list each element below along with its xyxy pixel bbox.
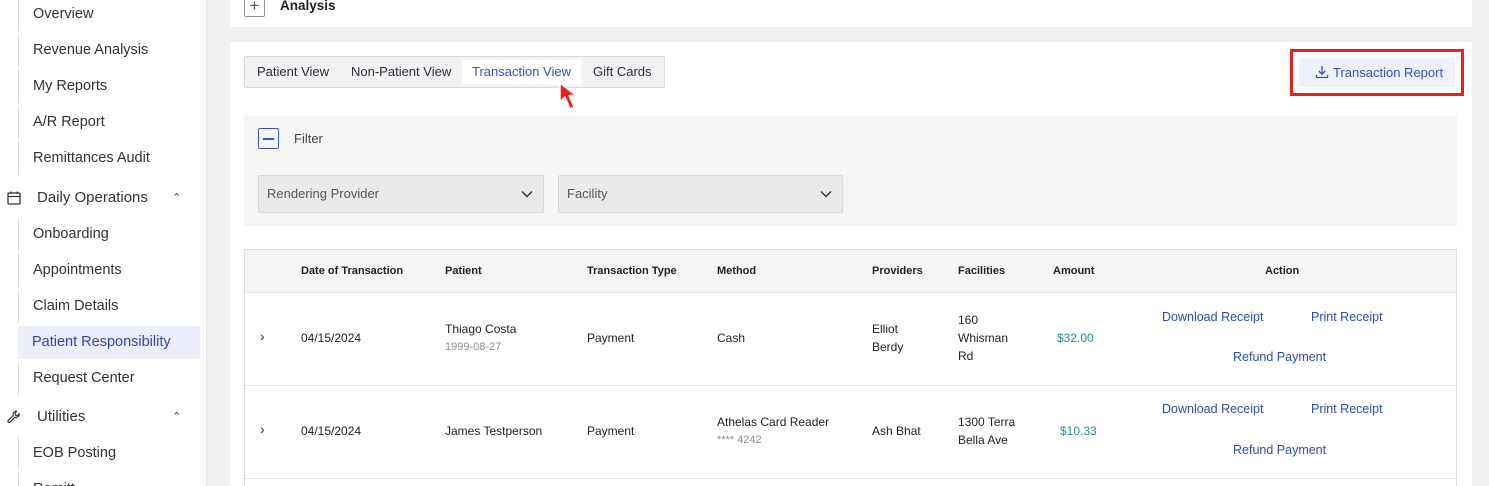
pointer-arrow-icon (559, 82, 577, 110)
analysis-card: + Analysis (230, 0, 1472, 27)
cell-facility: 160 Whisman Rd (958, 313, 1009, 363)
chevron-up-icon: ⌃ (172, 411, 182, 423)
print-receipt-link[interactable]: Print Receipt (1311, 310, 1383, 324)
sidebar-item-patient-responsibility[interactable]: Patient Responsibility (18, 326, 200, 359)
chevron-down-icon (521, 191, 533, 198)
calendar-icon (7, 191, 21, 205)
expand-row-icon[interactable]: › (260, 328, 265, 344)
collapse-minus-icon[interactable] (258, 128, 279, 149)
facility-select[interactable]: Facility (558, 175, 843, 213)
main-card: Patient View Non-Patient View Transactio… (230, 42, 1472, 486)
header-amount: Amount (1053, 265, 1095, 277)
download-receipt-link[interactable]: Download Receipt (1162, 310, 1263, 324)
cell-amount: $10.33 (1060, 424, 1097, 438)
header-providers: Providers (872, 265, 923, 277)
header-facilities: Facilities (958, 265, 1006, 277)
table-row: › 04/15/2024 Thiago Costa 1999-08-27 Pay… (245, 293, 1456, 386)
header-transaction-type: Transaction Type (587, 265, 677, 277)
sidebar-item-revenue-analysis[interactable]: Revenue Analysis (18, 34, 200, 67)
header-action: Action (1265, 265, 1300, 277)
report-highlight-box: Transaction Report (1290, 49, 1464, 96)
sidebar-section-label: Utilities (37, 408, 86, 425)
refund-payment-link[interactable]: Refund Payment (1233, 350, 1326, 364)
filter-panel: Filter Rendering Provider Facility (244, 116, 1457, 226)
chevron-down-icon (820, 191, 832, 198)
view-tabs: Patient View Non-Patient View Transactio… (244, 56, 665, 88)
sidebar-section-label: Daily Operations (37, 189, 148, 206)
chevron-up-icon: ⌃ (172, 192, 182, 204)
patient-name: Thiago Costa (445, 322, 517, 336)
analysis-label: Analysis (280, 0, 336, 13)
select-placeholder: Facility (567, 186, 608, 201)
sidebar-item-appointments[interactable]: Appointments (18, 254, 200, 287)
card-last-four: **** 4242 (717, 434, 762, 446)
table-row: › 04/15/2024 James Testperson Payment At… (245, 386, 1456, 479)
rendering-provider-select[interactable]: Rendering Provider (258, 175, 544, 213)
expand-row-icon[interactable]: › (260, 421, 265, 437)
transactions-table: Date of Transaction Patient Transaction … (244, 249, 1457, 486)
sidebar-item-ar-report[interactable]: A/R Report (18, 106, 200, 139)
patient-dob: 1999-08-27 (445, 341, 502, 353)
select-placeholder: Rendering Provider (267, 186, 380, 201)
download-receipt-link[interactable]: Download Receipt (1162, 402, 1263, 416)
sidebar-section-utilities[interactable]: Utilities ⌃ (0, 399, 200, 435)
table-header: Date of Transaction Patient Transaction … (245, 250, 1456, 293)
sidebar-item-claim-details[interactable]: Claim Details (18, 290, 200, 323)
expand-plus-icon[interactable]: + (244, 0, 265, 17)
cell-method: Cash (717, 331, 746, 345)
cell-facility: 1300 Terra Bella Ave (958, 415, 1016, 447)
refund-payment-link[interactable]: Refund Payment (1233, 443, 1326, 457)
cell-provider: Elliot Berdy (872, 322, 904, 354)
wrench-icon (7, 410, 20, 424)
cell-amount: $32.00 (1057, 331, 1094, 345)
transaction-report-label: Transaction Report (1333, 65, 1444, 80)
sidebar-item-remittances[interactable]: Remitt... (18, 473, 200, 486)
method-name: Athelas Card Reader (717, 415, 830, 429)
sidebar-item-remittances-audit[interactable]: Remittances Audit (18, 142, 200, 175)
sidebar-item-request-center[interactable]: Request Center (18, 362, 200, 395)
download-icon (1315, 66, 1329, 79)
filter-label: Filter (294, 131, 323, 146)
sidebar-item-eob-posting[interactable]: EOB Posting (18, 437, 200, 470)
cell-patient: James Testperson (445, 424, 543, 438)
header-patient: Patient (445, 265, 482, 277)
print-receipt-link[interactable]: Print Receipt (1311, 402, 1383, 416)
tab-non-patient-view[interactable]: Non-Patient View (341, 59, 461, 85)
sidebar-item-overview[interactable]: Overview (18, 0, 200, 31)
cell-patient: Thiago Costa 1999-08-27 (445, 320, 516, 356)
sidebar-section-daily-operations[interactable]: Daily Operations ⌃ (0, 180, 200, 216)
sidebar-item-onboarding[interactable]: Onboarding (18, 218, 200, 251)
cell-transaction-type: Payment (587, 424, 635, 438)
cell-provider: Ash Bhat (872, 424, 921, 438)
cell-date: 04/15/2024 (301, 331, 362, 345)
tab-patient-view[interactable]: Patient View (247, 59, 339, 85)
cell-transaction-type: Payment (587, 331, 635, 345)
header-date: Date of Transaction (301, 265, 404, 277)
cell-method: Athelas Card Reader **** 4242 (717, 413, 829, 449)
header-method: Method (717, 265, 757, 277)
cell-date: 04/15/2024 (301, 424, 362, 438)
tab-gift-cards[interactable]: Gift Cards (583, 59, 662, 85)
sidebar-item-my-reports[interactable]: My Reports (18, 70, 200, 103)
sidebar: Overview Revenue Analysis My Reports A/R… (0, 0, 207, 486)
transaction-report-button[interactable]: Transaction Report (1299, 58, 1455, 87)
